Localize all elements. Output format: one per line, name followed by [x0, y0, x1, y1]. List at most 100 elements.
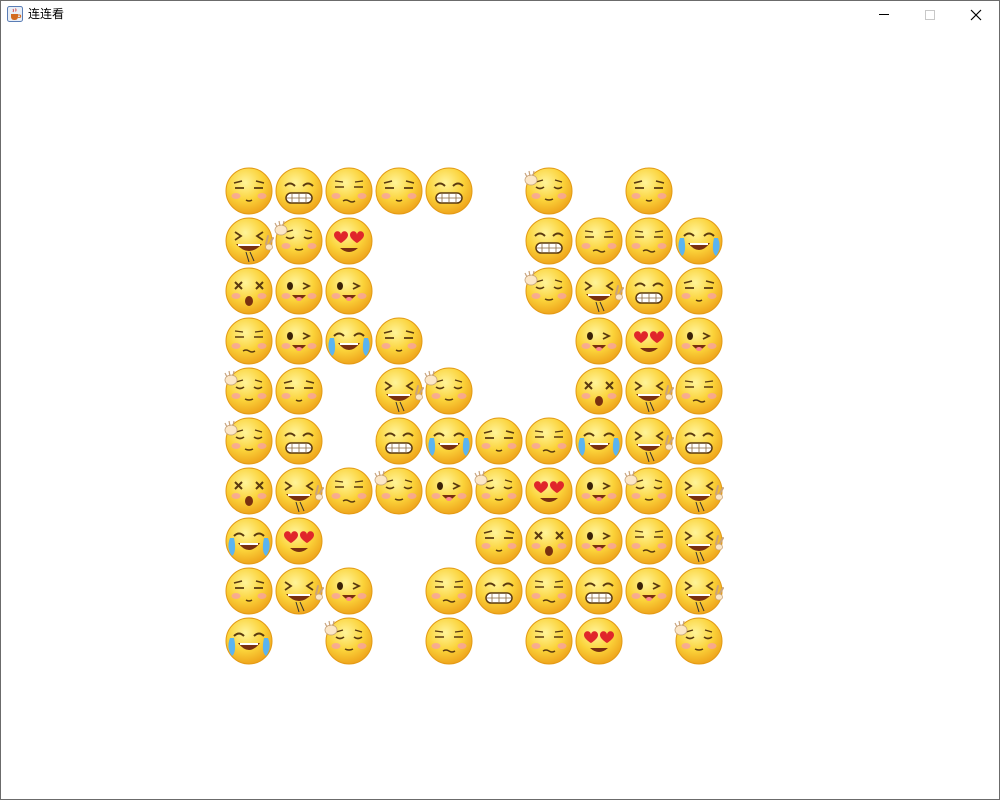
emoji-tile-cry-laugh[interactable] [424, 416, 474, 466]
emoji-tile-shy[interactable] [624, 516, 674, 566]
emoji-tile-laugh-peace[interactable] [624, 366, 674, 416]
emoji-tile-cry-laugh[interactable] [324, 316, 374, 366]
emoji-tile-grin[interactable] [624, 266, 674, 316]
emoji-tile-content-wave[interactable] [524, 266, 574, 316]
heart-eyes-emoji-icon [625, 317, 673, 365]
emoji-tile-wink[interactable] [574, 466, 624, 516]
emoji-tile-cry-laugh[interactable] [574, 416, 624, 466]
emoji-tile-content-wave[interactable] [224, 366, 274, 416]
grin-emoji-icon [525, 217, 573, 265]
emoji-tile-grin[interactable] [574, 566, 624, 616]
emoji-tile-laugh-peace[interactable] [224, 216, 274, 266]
emoji-tile-heart-eyes[interactable] [574, 616, 624, 666]
content-wave-emoji-icon [424, 367, 473, 415]
emoji-tile-heart-eyes[interactable] [324, 216, 374, 266]
minimize-button[interactable] [861, 1, 907, 28]
emoji-tile-content-wave[interactable] [524, 166, 574, 216]
emoji-tile-content-wave[interactable] [624, 466, 674, 516]
emoji-tile-shy[interactable] [624, 216, 674, 266]
maximize-button[interactable] [907, 1, 953, 28]
emoji-tile-dizzy[interactable] [574, 366, 624, 416]
cry-laugh-emoji-icon [675, 217, 723, 265]
emoji-tile-content-wave[interactable] [474, 466, 524, 516]
laugh-peace-emoji-icon [275, 567, 324, 615]
emoji-tile-laugh-peace[interactable] [274, 466, 324, 516]
emoji-tile-content-wave[interactable] [324, 616, 374, 666]
emoji-tile-wink[interactable] [674, 316, 724, 366]
emoji-tile-dizzy[interactable] [524, 516, 574, 566]
emoji-tile-laugh-peace[interactable] [624, 416, 674, 466]
emoji-tile-laugh-peace[interactable] [674, 466, 724, 516]
emoji-tile-laugh-peace[interactable] [574, 266, 624, 316]
emoji-tile-smug[interactable] [224, 166, 274, 216]
smug-emoji-icon [475, 517, 523, 565]
emoji-tile-content-wave[interactable] [374, 466, 424, 516]
emoji-tile-shy[interactable] [324, 166, 374, 216]
emoji-tile-wink[interactable] [574, 316, 624, 366]
emoji-tile-shy[interactable] [424, 616, 474, 666]
close-button[interactable] [953, 1, 999, 28]
emoji-tile-smug[interactable] [374, 316, 424, 366]
smug-emoji-icon [225, 567, 273, 615]
emoji-tile-grin[interactable] [674, 416, 724, 466]
emoji-tile-cry-laugh[interactable] [674, 216, 724, 266]
emoji-tile-grin[interactable] [274, 416, 324, 466]
emoji-tile-wink[interactable] [624, 566, 674, 616]
emoji-tile-smug[interactable] [474, 516, 524, 566]
title-bar[interactable]: 连连看 [1, 1, 999, 28]
emoji-tile-heart-eyes[interactable] [624, 316, 674, 366]
emoji-tile-smug[interactable] [274, 366, 324, 416]
emoji-tile-shy[interactable] [224, 316, 274, 366]
emoji-tile-smug[interactable] [224, 566, 274, 616]
cry-laugh-emoji-icon [325, 317, 373, 365]
emoji-tile-wink[interactable] [424, 466, 474, 516]
emoji-tile-wink[interactable] [574, 516, 624, 566]
laugh-peace-emoji-icon [225, 217, 274, 265]
emoji-tile-wink[interactable] [324, 266, 374, 316]
emoji-tile-shy[interactable] [524, 566, 574, 616]
window-title: 连连看 [28, 7, 65, 21]
emoji-tile-heart-eyes[interactable] [274, 516, 324, 566]
emoji-tile-shy[interactable] [574, 216, 624, 266]
emoji-tile-content-wave[interactable] [674, 616, 724, 666]
emoji-tile-content-wave[interactable] [224, 416, 274, 466]
wink-emoji-icon [675, 317, 723, 365]
emoji-tile-wink[interactable] [274, 316, 324, 366]
emoji-tile-shy[interactable] [324, 466, 374, 516]
emoji-tile-grin[interactable] [474, 566, 524, 616]
grin-emoji-icon [575, 567, 623, 615]
java-cup-icon [7, 6, 23, 22]
shy-emoji-icon [425, 617, 473, 665]
emoji-tile-heart-eyes[interactable] [524, 466, 574, 516]
emoji-tile-shy[interactable] [524, 616, 574, 666]
emoji-tile-cry-laugh[interactable] [224, 616, 274, 666]
emoji-tile-shy[interactable] [424, 566, 474, 616]
emoji-tile-shy[interactable] [674, 366, 724, 416]
emoji-tile-grin[interactable] [374, 416, 424, 466]
emoji-tile-content-wave[interactable] [424, 366, 474, 416]
emoji-tile-wink[interactable] [324, 566, 374, 616]
emoji-tile-dizzy[interactable] [224, 466, 274, 516]
emoji-tile-grin[interactable] [424, 166, 474, 216]
laugh-peace-emoji-icon [375, 367, 424, 415]
emoji-tile-smug[interactable] [624, 166, 674, 216]
emoji-tile-laugh-peace[interactable] [674, 516, 724, 566]
emoji-tile-laugh-peace[interactable] [274, 566, 324, 616]
emoji-tile-smug[interactable] [674, 266, 724, 316]
emoji-tile-laugh-peace[interactable] [374, 366, 424, 416]
emoji-tile-cry-laugh[interactable] [224, 516, 274, 566]
emoji-tile-wink[interactable] [274, 266, 324, 316]
emoji-tile-dizzy[interactable] [224, 266, 274, 316]
emoji-tile-smug[interactable] [374, 166, 424, 216]
emoji-tile-shy[interactable] [524, 416, 574, 466]
content-wave-emoji-icon [524, 267, 573, 315]
content-wave-emoji-icon [624, 467, 673, 515]
emoji-tile-grin[interactable] [274, 166, 324, 216]
emoji-tile-grin[interactable] [524, 216, 574, 266]
dizzy-emoji-icon [225, 467, 273, 515]
emoji-tile-smug[interactable] [474, 416, 524, 466]
shy-emoji-icon [525, 567, 573, 615]
shy-emoji-icon [675, 367, 723, 415]
emoji-tile-laugh-peace[interactable] [674, 566, 724, 616]
emoji-tile-content-wave[interactable] [274, 216, 324, 266]
